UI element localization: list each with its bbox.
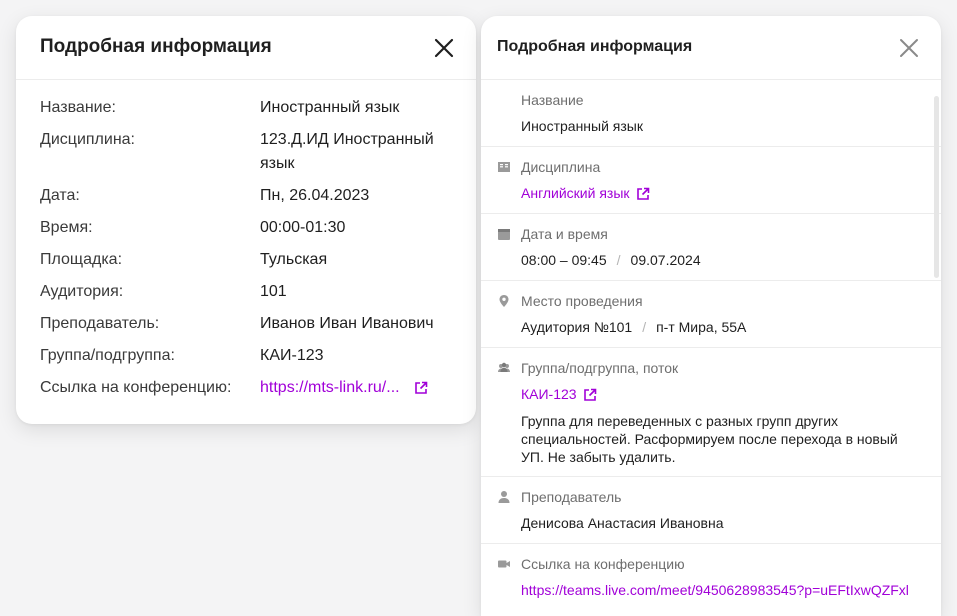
scrollbar[interactable]	[934, 96, 939, 278]
panel-title: Подробная информация	[40, 36, 272, 57]
row-key: Название:	[40, 99, 116, 116]
row-key: Ссылка на конференцию:	[40, 379, 232, 396]
discipline-link-text[interactable]: Английский язык	[521, 183, 630, 203]
row-room: Аудитория: 101	[40, 280, 452, 304]
section-value: Денисова Анастасия Ивановна	[521, 515, 724, 531]
section-conference: Ссылка на конференцию https://teams.live…	[481, 544, 941, 610]
separator: /	[616, 252, 621, 268]
details-panel-right: Подробная информация Название Иностранны…	[481, 16, 941, 616]
external-link-icon[interactable]	[636, 187, 649, 200]
separator: /	[642, 319, 647, 335]
group-link-text[interactable]: КАИ-123	[521, 384, 577, 404]
book-icon	[497, 160, 511, 174]
row-value: 101	[260, 283, 287, 300]
row-name: Название: Иностранный язык	[40, 96, 452, 120]
row-key: Площадка:	[40, 251, 123, 268]
close-icon	[434, 38, 454, 58]
row-value: 00:00-01:30	[260, 219, 346, 236]
section-group: Группа/подгруппа, поток КАИ-123 Группа д…	[481, 348, 941, 477]
conference-link[interactable]: https://teams.live.com/meet/945062898354…	[521, 580, 925, 600]
row-value: Тульская	[260, 251, 328, 268]
person-icon	[497, 490, 511, 504]
section-label: Преподаватель	[521, 489, 622, 505]
section-label: Дата и время	[521, 226, 608, 242]
row-date: Дата: Пн, 26.04.2023	[40, 184, 452, 208]
panel-header: Подробная информация	[481, 16, 941, 80]
row-value: 123.Д.ИД Иностранный язык	[260, 131, 434, 172]
conference-link[interactable]: https://mts-link.ru/...	[260, 376, 452, 400]
location-pin-icon	[497, 294, 511, 308]
panel-title: Подробная информация	[497, 38, 693, 55]
section-label: Дисциплина	[521, 159, 601, 175]
section-place: Место проведения Аудитория №101 / п-т Мира…	[481, 281, 941, 348]
section-value: Аудитория №101 / п-т Мира, 55А	[521, 317, 925, 337]
row-value: Иностранный язык	[260, 99, 400, 116]
discipline-link[interactable]: Английский язык	[521, 183, 925, 203]
row-key: Группа/подгруппа:	[40, 347, 175, 364]
group-note: Группа для переведенных с разных групп д…	[521, 413, 898, 465]
external-link-icon[interactable]	[583, 388, 596, 401]
row-value: КАИ-123	[260, 347, 324, 364]
row-conference: Ссылка на конференцию: https://mts-link.…	[40, 376, 452, 400]
row-teacher: Преподаватель: Иванов Иван Иванович	[40, 312, 452, 336]
group-link[interactable]: КАИ-123	[521, 384, 925, 404]
panel-header: Подробная информация	[16, 16, 476, 80]
section-discipline: Дисциплина Английский язык	[481, 147, 941, 214]
calendar-icon	[497, 227, 511, 241]
row-site: Площадка: Тульская	[40, 248, 452, 272]
address: п-т Мира, 55А	[656, 319, 747, 335]
section-datetime: Дата и время 08:00 – 09:45 / 09.07.2024	[481, 214, 941, 281]
details-list: Название: Иностранный язык Дисциплина: 1…	[16, 80, 476, 400]
row-key: Аудитория:	[40, 283, 124, 300]
row-value: Иванов Иван Иванович	[260, 315, 434, 332]
details-panel-left: Подробная информация Название: Иностранн…	[16, 16, 476, 424]
row-value: Пн, 26.04.2023	[260, 187, 370, 204]
section-value: 08:00 – 09:45 / 09.07.2024	[521, 250, 925, 270]
section-label: Название	[521, 92, 584, 108]
external-link-icon[interactable]	[414, 381, 428, 395]
video-camera-icon	[497, 557, 511, 571]
row-key: Дисциплина:	[40, 131, 135, 148]
row-key: Преподаватель:	[40, 315, 160, 332]
conference-link-text[interactable]: https://teams.live.com/meet/945062898354…	[521, 580, 909, 600]
row-key: Время:	[40, 219, 93, 236]
row-discipline: Дисциплина: 123.Д.ИД Иностранный язык	[40, 128, 452, 176]
time-range: 08:00 – 09:45	[521, 252, 607, 268]
row-time: Время: 00:00-01:30	[40, 216, 452, 240]
row-key: Дата:	[40, 187, 80, 204]
conference-link-text[interactable]: https://mts-link.ru/...	[260, 376, 400, 400]
section-name: Название Иностранный язык	[481, 80, 941, 147]
close-icon	[900, 39, 918, 57]
close-button[interactable]	[897, 36, 921, 60]
section-value: Иностранный язык	[521, 118, 643, 134]
row-group: Группа/подгруппа: КАИ-123	[40, 344, 452, 368]
group-icon	[497, 361, 511, 375]
section-label: Группа/подгруппа, поток	[521, 360, 679, 376]
section-label: Место проведения	[521, 293, 643, 309]
event-date: 09.07.2024	[630, 252, 701, 268]
section-teacher: Преподаватель Денисова Анастасия Ивановн…	[481, 477, 941, 544]
close-button[interactable]	[432, 36, 456, 60]
section-label: Ссылка на конференцию	[521, 556, 685, 572]
room: Аудитория №101	[521, 319, 633, 335]
